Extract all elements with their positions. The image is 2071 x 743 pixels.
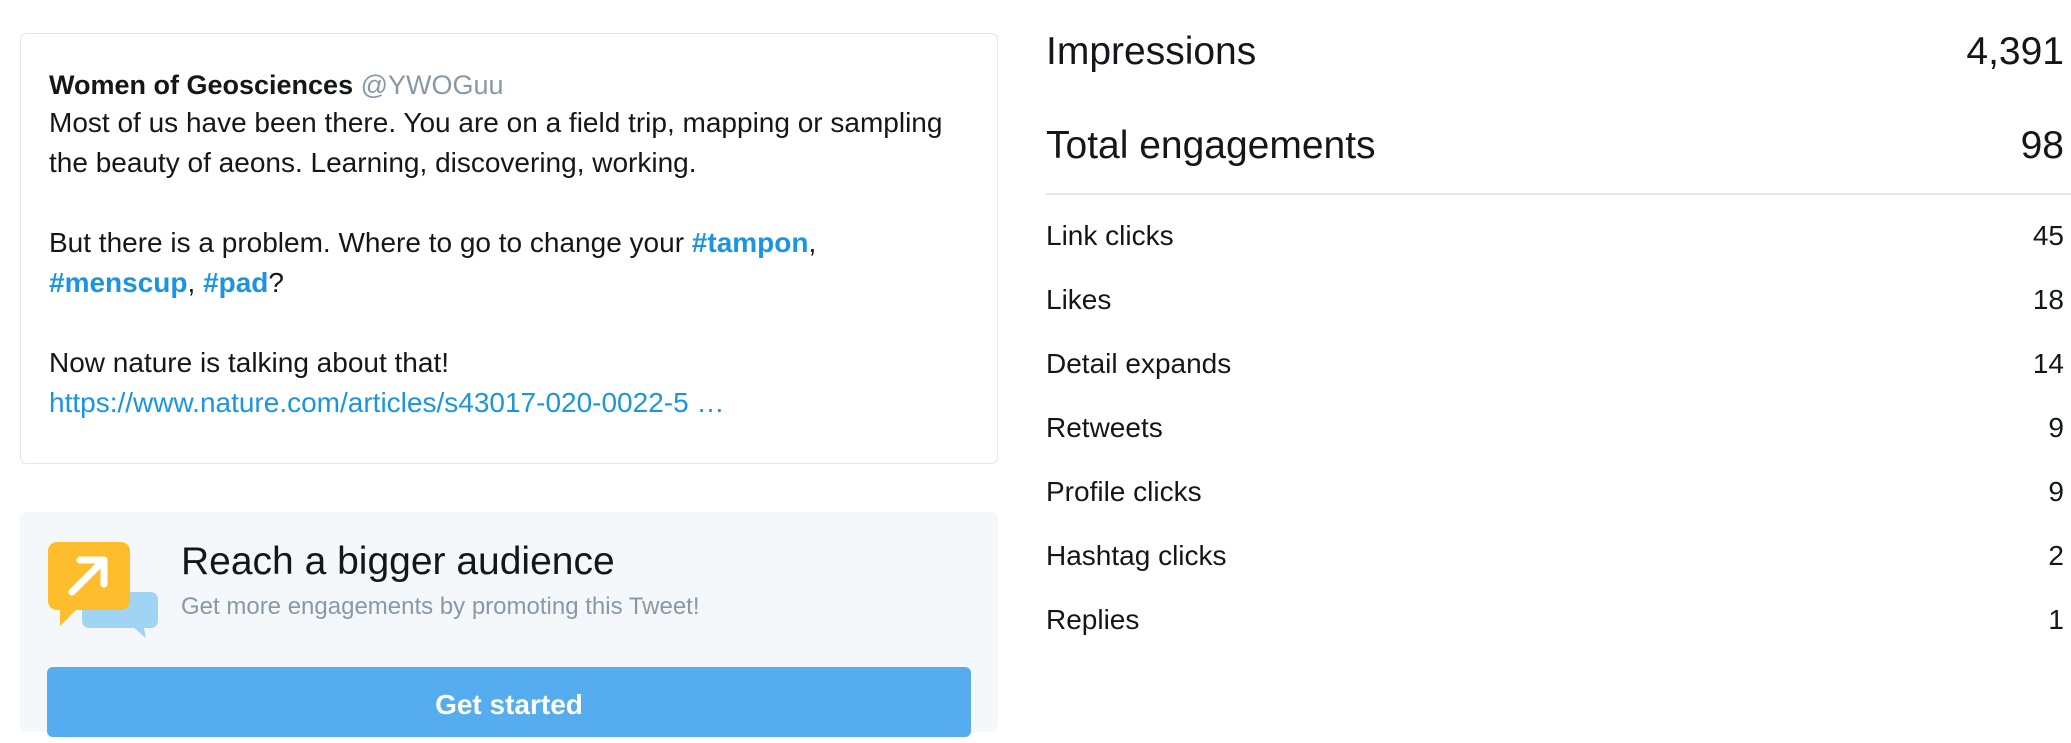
metric-value: 9 <box>2048 476 2064 507</box>
tweet-card: Women of Geosciences @YWOGuu Most of us … <box>20 33 998 464</box>
total-engagements-label: Total engagements <box>1046 124 1376 167</box>
metric-row-likes: Likes 18 <box>1046 284 2064 316</box>
metric-value: 1 <box>2048 604 2064 635</box>
tweet-paragraph-2: But there is a problem. Where to go to c… <box>49 223 969 303</box>
promote-speech-bubble-arrow-icon <box>48 542 158 638</box>
metric-label: Likes <box>1046 284 1112 315</box>
tweet-paragraph-1: Most of us have been there. You are on a… <box>49 107 943 178</box>
metric-label: Replies <box>1046 604 1140 635</box>
metric-row-retweets: Retweets 9 <box>1046 412 2064 444</box>
author-handle[interactable]: @YWOGuu <box>361 70 504 100</box>
metric-value: 45 <box>2032 220 2064 251</box>
metric-value: 14 <box>2032 348 2064 379</box>
tweet-text: Most of us have been there. You are on a… <box>49 103 969 423</box>
metric-row-detail-expands: Detail expands 14 <box>1046 348 2064 380</box>
metrics-panel: Impressions 4,391 Total engagements 98 L… <box>1046 0 2071 718</box>
promote-box: Reach a bigger audience Get more engagem… <box>20 512 998 737</box>
get-started-button[interactable]: Get started <box>47 667 971 737</box>
impressions-value: 4,391 <box>1966 30 2064 73</box>
total-engagements-value: 98 <box>2020 124 2064 167</box>
tweet-text-fragment: But there is a problem. Where to go to c… <box>49 227 692 258</box>
metric-label: Profile clicks <box>1046 476 1202 507</box>
total-engagements-row: Total engagements 98 <box>1046 124 2064 168</box>
metric-label: Link clicks <box>1046 220 1174 251</box>
metrics-divider <box>1046 193 2071 195</box>
tweet-text-fragment: Now nature is talking about that! <box>49 347 450 378</box>
metric-label: Detail expands <box>1046 348 1232 379</box>
hashtag-pad[interactable]: #pad <box>203 267 268 298</box>
promote-subtitle: Get more engagements by promoting this T… <box>181 593 700 620</box>
metric-value: 9 <box>2048 412 2064 443</box>
impressions-label: Impressions <box>1046 30 1257 73</box>
author-name[interactable]: Women of Geosciences <box>49 70 353 100</box>
hashtag-menscup[interactable]: #menscup <box>49 267 188 298</box>
metric-row-replies: Replies 1 <box>1046 604 2064 636</box>
impressions-row: Impressions 4,391 <box>1046 30 2064 74</box>
tweet-text-fragment: , <box>808 227 817 258</box>
tweet-article-link[interactable]: https://www.nature.com/articles/s43017-0… <box>49 387 724 418</box>
metric-value: 2 <box>2048 540 2064 571</box>
metric-label: Retweets <box>1046 412 1163 443</box>
tweet-text-fragment: , <box>187 267 204 298</box>
tweet-header: Women of Geosciences @YWOGuu <box>49 67 969 103</box>
metric-row-profile-clicks: Profile clicks 9 <box>1046 476 2064 508</box>
promote-title: Reach a bigger audience <box>181 540 615 583</box>
tweet-text-fragment: ? <box>268 267 284 298</box>
metric-value: 18 <box>2032 284 2064 315</box>
metric-label: Hashtag clicks <box>1046 540 1227 571</box>
tweet-paragraph-3: Now nature is talking about that! https:/… <box>49 343 969 423</box>
metric-row-link-clicks: Link clicks 45 <box>1046 220 2064 252</box>
metric-row-hashtag-clicks: Hashtag clicks 2 <box>1046 540 2064 572</box>
hashtag-tampon[interactable]: #tampon <box>692 227 809 258</box>
